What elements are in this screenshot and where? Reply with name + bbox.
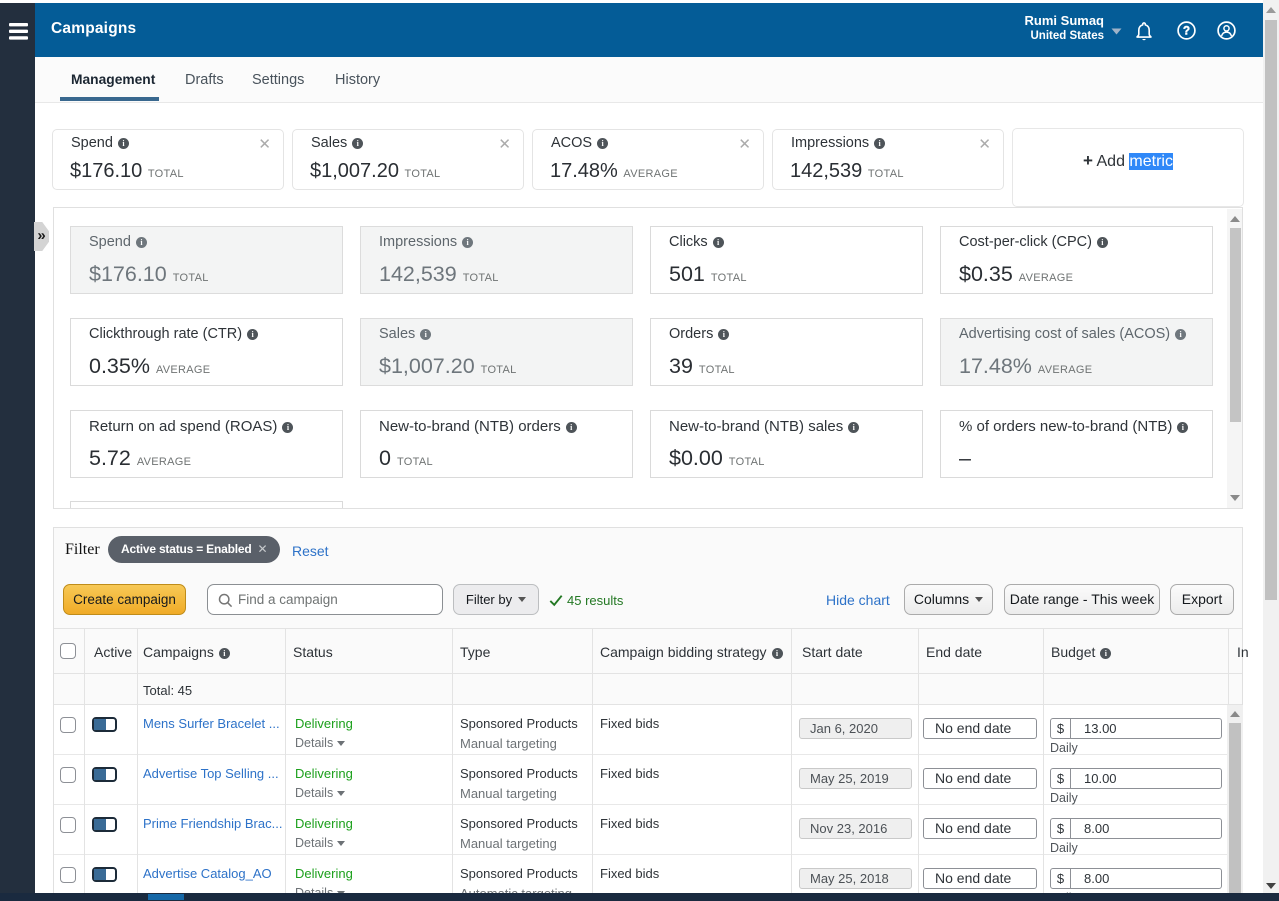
svg-text:?: ? xyxy=(1183,26,1190,38)
